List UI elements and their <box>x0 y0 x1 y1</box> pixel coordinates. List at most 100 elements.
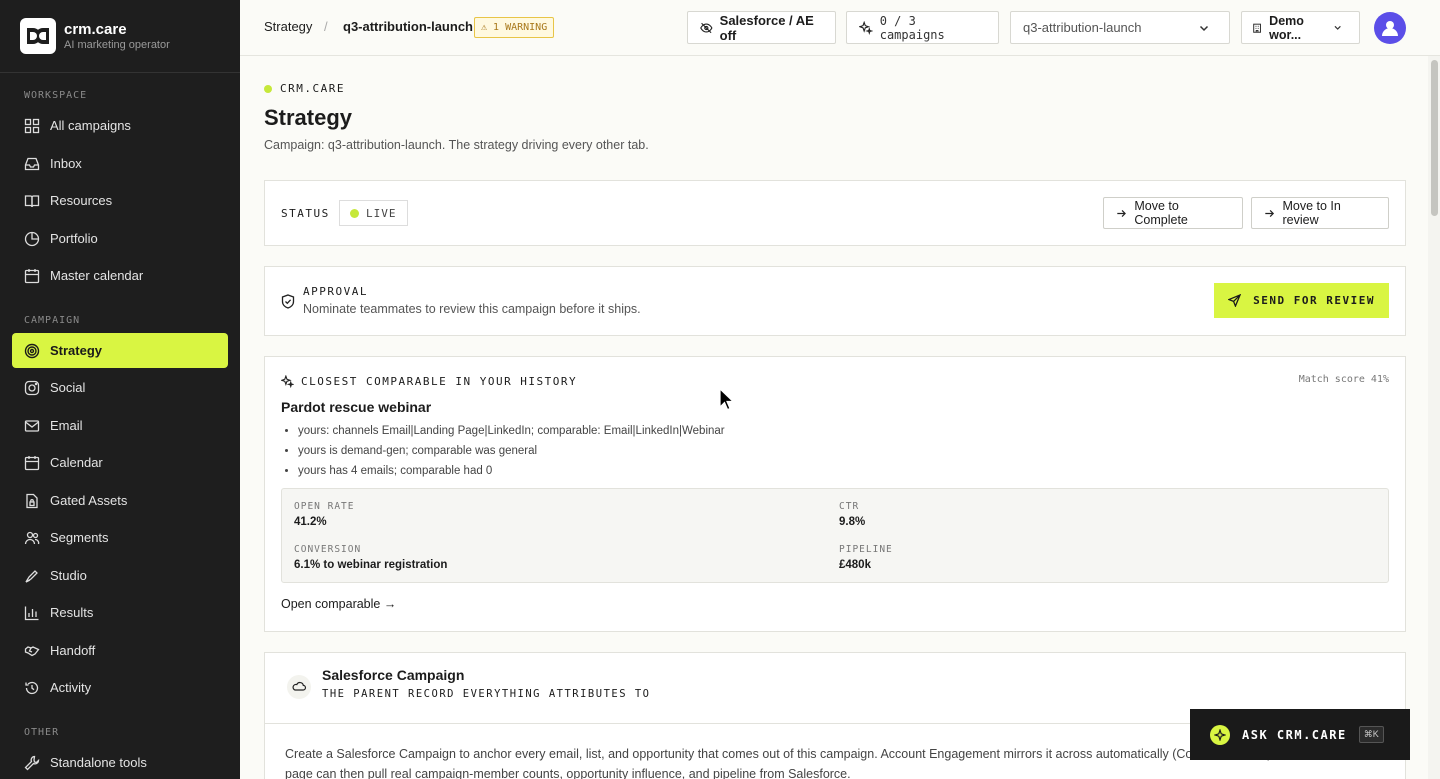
bar-chart-icon <box>24 606 39 620</box>
wrench-icon <box>24 755 40 770</box>
sidebar-item-social[interactable]: Social <box>12 370 228 405</box>
grid-icon <box>24 118 40 133</box>
sidebar-item-label: Master calendar <box>50 268 144 283</box>
inbox-icon <box>24 157 40 170</box>
breadcrumb-root[interactable]: Strategy <box>264 19 312 34</box>
page-scrollbar[interactable] <box>1428 56 1440 779</box>
sidebar-item-label: Calendar <box>50 455 103 470</box>
move-to-in-review-label: Move to In review <box>1282 199 1341 227</box>
move-to-complete-button[interactable]: Move to Complete <box>1103 197 1243 229</box>
open-comparable-link[interactable]: Open comparable → <box>281 597 396 611</box>
page-subtitle: Campaign: q3-attribution-launch. The str… <box>264 138 649 152</box>
building-icon <box>1253 23 1261 33</box>
status-label: STATUS <box>281 207 330 220</box>
user-avatar[interactable] <box>1374 12 1406 44</box>
send-for-review-button[interactable]: SEND FOR REVIEW <box>1214 283 1389 318</box>
sidebar-item-handoff[interactable]: Handoff <box>12 633 228 668</box>
list-item: yours: channels Email|Landing Page|Linke… <box>298 423 725 443</box>
users-icon <box>24 531 40 544</box>
campaign-select[interactable]: q3-attribution-launch <box>1010 11 1230 44</box>
eyebrow-dot <box>264 84 272 93</box>
conversion-value: 6.1% to webinar registration <box>294 559 448 571</box>
calendar-icon <box>24 268 40 283</box>
section-workspace: WORKSPACE <box>24 90 88 101</box>
sidebar-item-results[interactable]: Results <box>12 595 228 630</box>
comparable-card: CLOSEST COMPARABLE IN YOUR HISTORY Match… <box>264 356 1406 632</box>
sidebar-item-email[interactable]: Email <box>12 408 228 443</box>
salesforce-card-body-line-2: page can then pull real campaign-member … <box>285 767 851 779</box>
arrow-right-icon <box>1265 209 1275 217</box>
sidebar-item-gated-assets[interactable]: Gated Assets <box>12 483 228 518</box>
brand[interactable]: crm.care AI marketing operator <box>0 0 240 73</box>
salesforce-card-body-line-1: Create a Salesforce Campaign to anchor e… <box>285 747 1285 761</box>
salesforce-toggle-button[interactable]: Salesforce / AE off <box>687 11 836 44</box>
sidebar-item-strategy[interactable]: Strategy <box>12 333 228 368</box>
sidebar-item-label: Resources <box>50 193 113 208</box>
file-lock-icon <box>26 493 38 508</box>
sidebar-item-inbox[interactable]: Inbox <box>12 146 228 181</box>
chevron-down-icon <box>1199 25 1209 31</box>
comparable-metrics: OPEN RATE 41.2% CTR 9.8% CONVERSION 6.1%… <box>281 488 1389 583</box>
open-rate-value: 41.2% <box>294 516 327 528</box>
salesforce-card-subtitle: THE PARENT RECORD EVERYTHING ATTRIBUTES … <box>322 688 651 700</box>
salesforce-card-title: Salesforce Campaign <box>322 667 465 683</box>
sidebar-item-label: Gated Assets <box>50 493 128 508</box>
top-bar: Strategy / q3-attribution-launch ⚠ 1 WAR… <box>240 0 1440 56</box>
status-value: LIVE <box>366 206 397 220</box>
warning-badge[interactable]: ⚠ 1 WARNING <box>474 17 555 38</box>
open-rate-label: OPEN RATE <box>294 501 355 512</box>
breadcrumb-current: q3-attribution-launch <box>343 19 473 34</box>
chevron-down-icon <box>1334 25 1341 30</box>
sidebar-item-label: Activity <box>50 680 92 695</box>
sidebar-item-portfolio[interactable]: Portfolio <box>12 221 228 256</box>
campaigns-counter-label: 0 / 3 campaigns <box>879 13 945 42</box>
eye-off-icon <box>700 22 713 33</box>
sidebar-item-activity[interactable]: Activity <box>12 670 228 705</box>
status-card: STATUS LIVE Move to Complete Move to In … <box>264 180 1406 246</box>
shield-check-icon <box>281 294 295 309</box>
breadcrumb-separator: / <box>324 19 328 34</box>
move-to-in-review-button[interactable]: Move to In review <box>1251 197 1389 229</box>
sidebar-item-all-campaigns[interactable]: All campaigns <box>12 108 228 143</box>
sidebar-item-standalone-tools[interactable]: Standalone tools <box>12 745 228 779</box>
eyebrow-label: CRM.CARE <box>280 82 345 95</box>
page-eyebrow: CRM.CARE <box>264 82 345 95</box>
instagram-icon <box>24 380 40 395</box>
mouse-cursor-icon <box>719 388 735 411</box>
sidebar-item-segments[interactable]: Segments <box>12 520 228 555</box>
ctr-value: 9.8% <box>839 516 866 528</box>
ask-assistant-label: ASK CRM.CARE <box>1242 727 1347 742</box>
sidebar-item-master-calendar[interactable]: Master calendar <box>12 258 228 293</box>
scrollbar-thumb[interactable] <box>1431 60 1438 216</box>
pen-tool-icon <box>25 569 38 583</box>
sidebar-item-label: Strategy <box>50 343 103 358</box>
workspace-select[interactable]: Demo wor... <box>1241 11 1360 44</box>
workspace-select-value: Demo wor... <box>1269 13 1304 42</box>
send-for-review-label: SEND FOR REVIEW <box>1253 294 1375 307</box>
pipeline-value: £480k <box>839 559 871 571</box>
send-icon <box>1228 294 1242 307</box>
sidebar-item-label: All campaigns <box>50 118 131 133</box>
campaigns-counter-button[interactable]: 0 / 3 campaigns <box>846 11 999 44</box>
sparkles-icon <box>281 375 294 388</box>
sidebar-item-label: Standalone tools <box>50 755 147 770</box>
comparable-label: CLOSEST COMPARABLE IN YOUR HISTORY <box>301 375 578 388</box>
list-item: yours has 4 emails; comparable had 0 <box>298 463 725 483</box>
cloud-icon <box>287 675 311 699</box>
sparkles-icon <box>859 20 873 35</box>
arrow-right-icon <box>1117 209 1126 217</box>
history-icon <box>25 681 39 694</box>
ask-assistant-button[interactable]: ASK CRM.CARE ⌘K <box>1190 709 1410 760</box>
sidebar-item-label: Segments <box>50 530 109 545</box>
salesforce-toggle-label: Salesforce / AE off <box>719 12 814 43</box>
handshake-icon <box>24 645 40 656</box>
conversion-label: CONVERSION <box>294 544 362 555</box>
approval-description: Nominate teammates to review this campai… <box>303 302 641 316</box>
sidebar-item-calendar[interactable]: Calendar <box>12 445 228 480</box>
ctr-label: CTR <box>839 501 860 512</box>
sidebar-item-studio[interactable]: Studio <box>12 558 228 593</box>
comparable-name: Pardot rescue webinar <box>281 399 432 415</box>
move-to-complete-label: Move to Complete <box>1134 199 1188 227</box>
target-icon <box>24 343 40 358</box>
sidebar-item-resources[interactable]: Resources <box>12 183 228 218</box>
